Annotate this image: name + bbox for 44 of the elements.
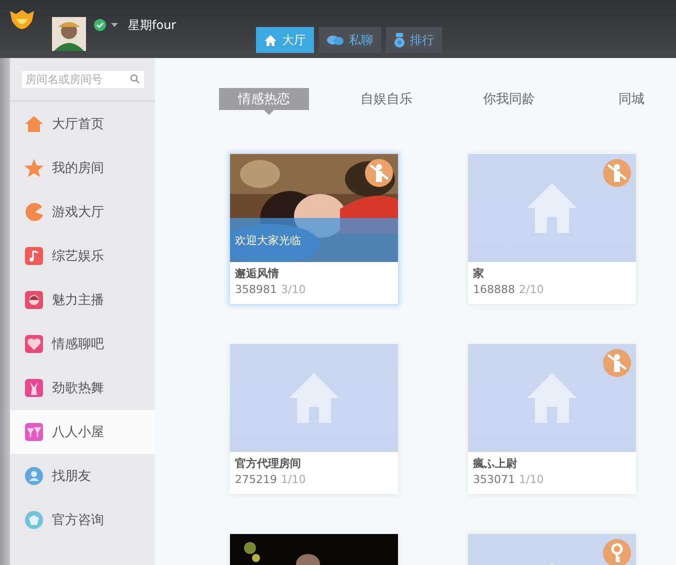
room-name: 家 xyxy=(473,266,485,281)
room-occupancy: 3/10 xyxy=(281,283,306,296)
sidebar-item[interactable]: 综艺娱乐 xyxy=(10,234,155,278)
house-placeholder-icon xyxy=(527,373,577,423)
room-occupancy: 1/10 xyxy=(281,473,306,486)
room-id: 168888 xyxy=(473,283,515,296)
sidebar-item[interactable]: 八人小屋 xyxy=(10,410,155,454)
room-card[interactable]: 官方代理房间 275219 1/10 xyxy=(230,344,398,494)
nav-tab[interactable]: 排行 xyxy=(386,27,442,53)
room-id: 275219 xyxy=(235,473,277,486)
sidebar-item[interactable]: 我的房间 xyxy=(10,146,155,190)
category-tab[interactable]: 自娱自乐 xyxy=(342,88,431,110)
chat-bubbles-icon xyxy=(327,34,344,46)
caret-icon[interactable] xyxy=(111,23,118,27)
avatar xyxy=(52,17,86,51)
tab-pointer-icon xyxy=(264,110,274,115)
room-id: 353071 xyxy=(473,473,515,486)
room-id: 358981 xyxy=(235,283,277,296)
search-icon[interactable] xyxy=(130,74,140,84)
sidebar-item[interactable]: 游戏大厅 xyxy=(10,190,155,234)
room-occupancy: 2/10 xyxy=(519,283,544,296)
category-tab[interactable]: 你我同龄 xyxy=(464,88,554,110)
room-occupancy: 1/10 xyxy=(519,473,544,486)
room-name: 瘋ふ上尉 xyxy=(473,456,518,471)
sidebar-item[interactable]: 魅力主播 xyxy=(10,278,155,322)
home-icon xyxy=(264,34,278,46)
house-placeholder-icon xyxy=(289,373,339,423)
sidebar-item[interactable]: 劲歌热舞 xyxy=(10,366,155,410)
sidebar-item[interactable]: 情感聊吧 xyxy=(10,322,155,366)
sidebar-item[interactable]: 找朋友 xyxy=(10,454,155,498)
house-placeholder-icon xyxy=(527,183,577,233)
nav-tab[interactable]: 私聊 xyxy=(319,27,382,53)
room-name: 邂逅风情 xyxy=(235,266,280,281)
medal-icon xyxy=(394,32,406,48)
room-card[interactable]: 家 168888 2/10 xyxy=(468,154,636,304)
sidebar-item[interactable]: 官方咨询 xyxy=(10,498,155,542)
room-card[interactable]: 欢迎大家光临 邂逅风情 358981 3/10 xyxy=(230,154,398,304)
sidebar-item[interactable]: 大厅首页 xyxy=(10,102,155,146)
room-card[interactable]: 瘋ふ上尉 353071 1/10 xyxy=(468,344,636,494)
room-caption: 欢迎大家光临 xyxy=(235,232,301,248)
user-name: 星期four xyxy=(128,17,176,34)
category-tab[interactable]: 同城 xyxy=(586,88,676,110)
search-field[interactable]: 房间名或房间号 xyxy=(22,70,144,88)
room-name: 官方代理房间 xyxy=(235,456,302,471)
